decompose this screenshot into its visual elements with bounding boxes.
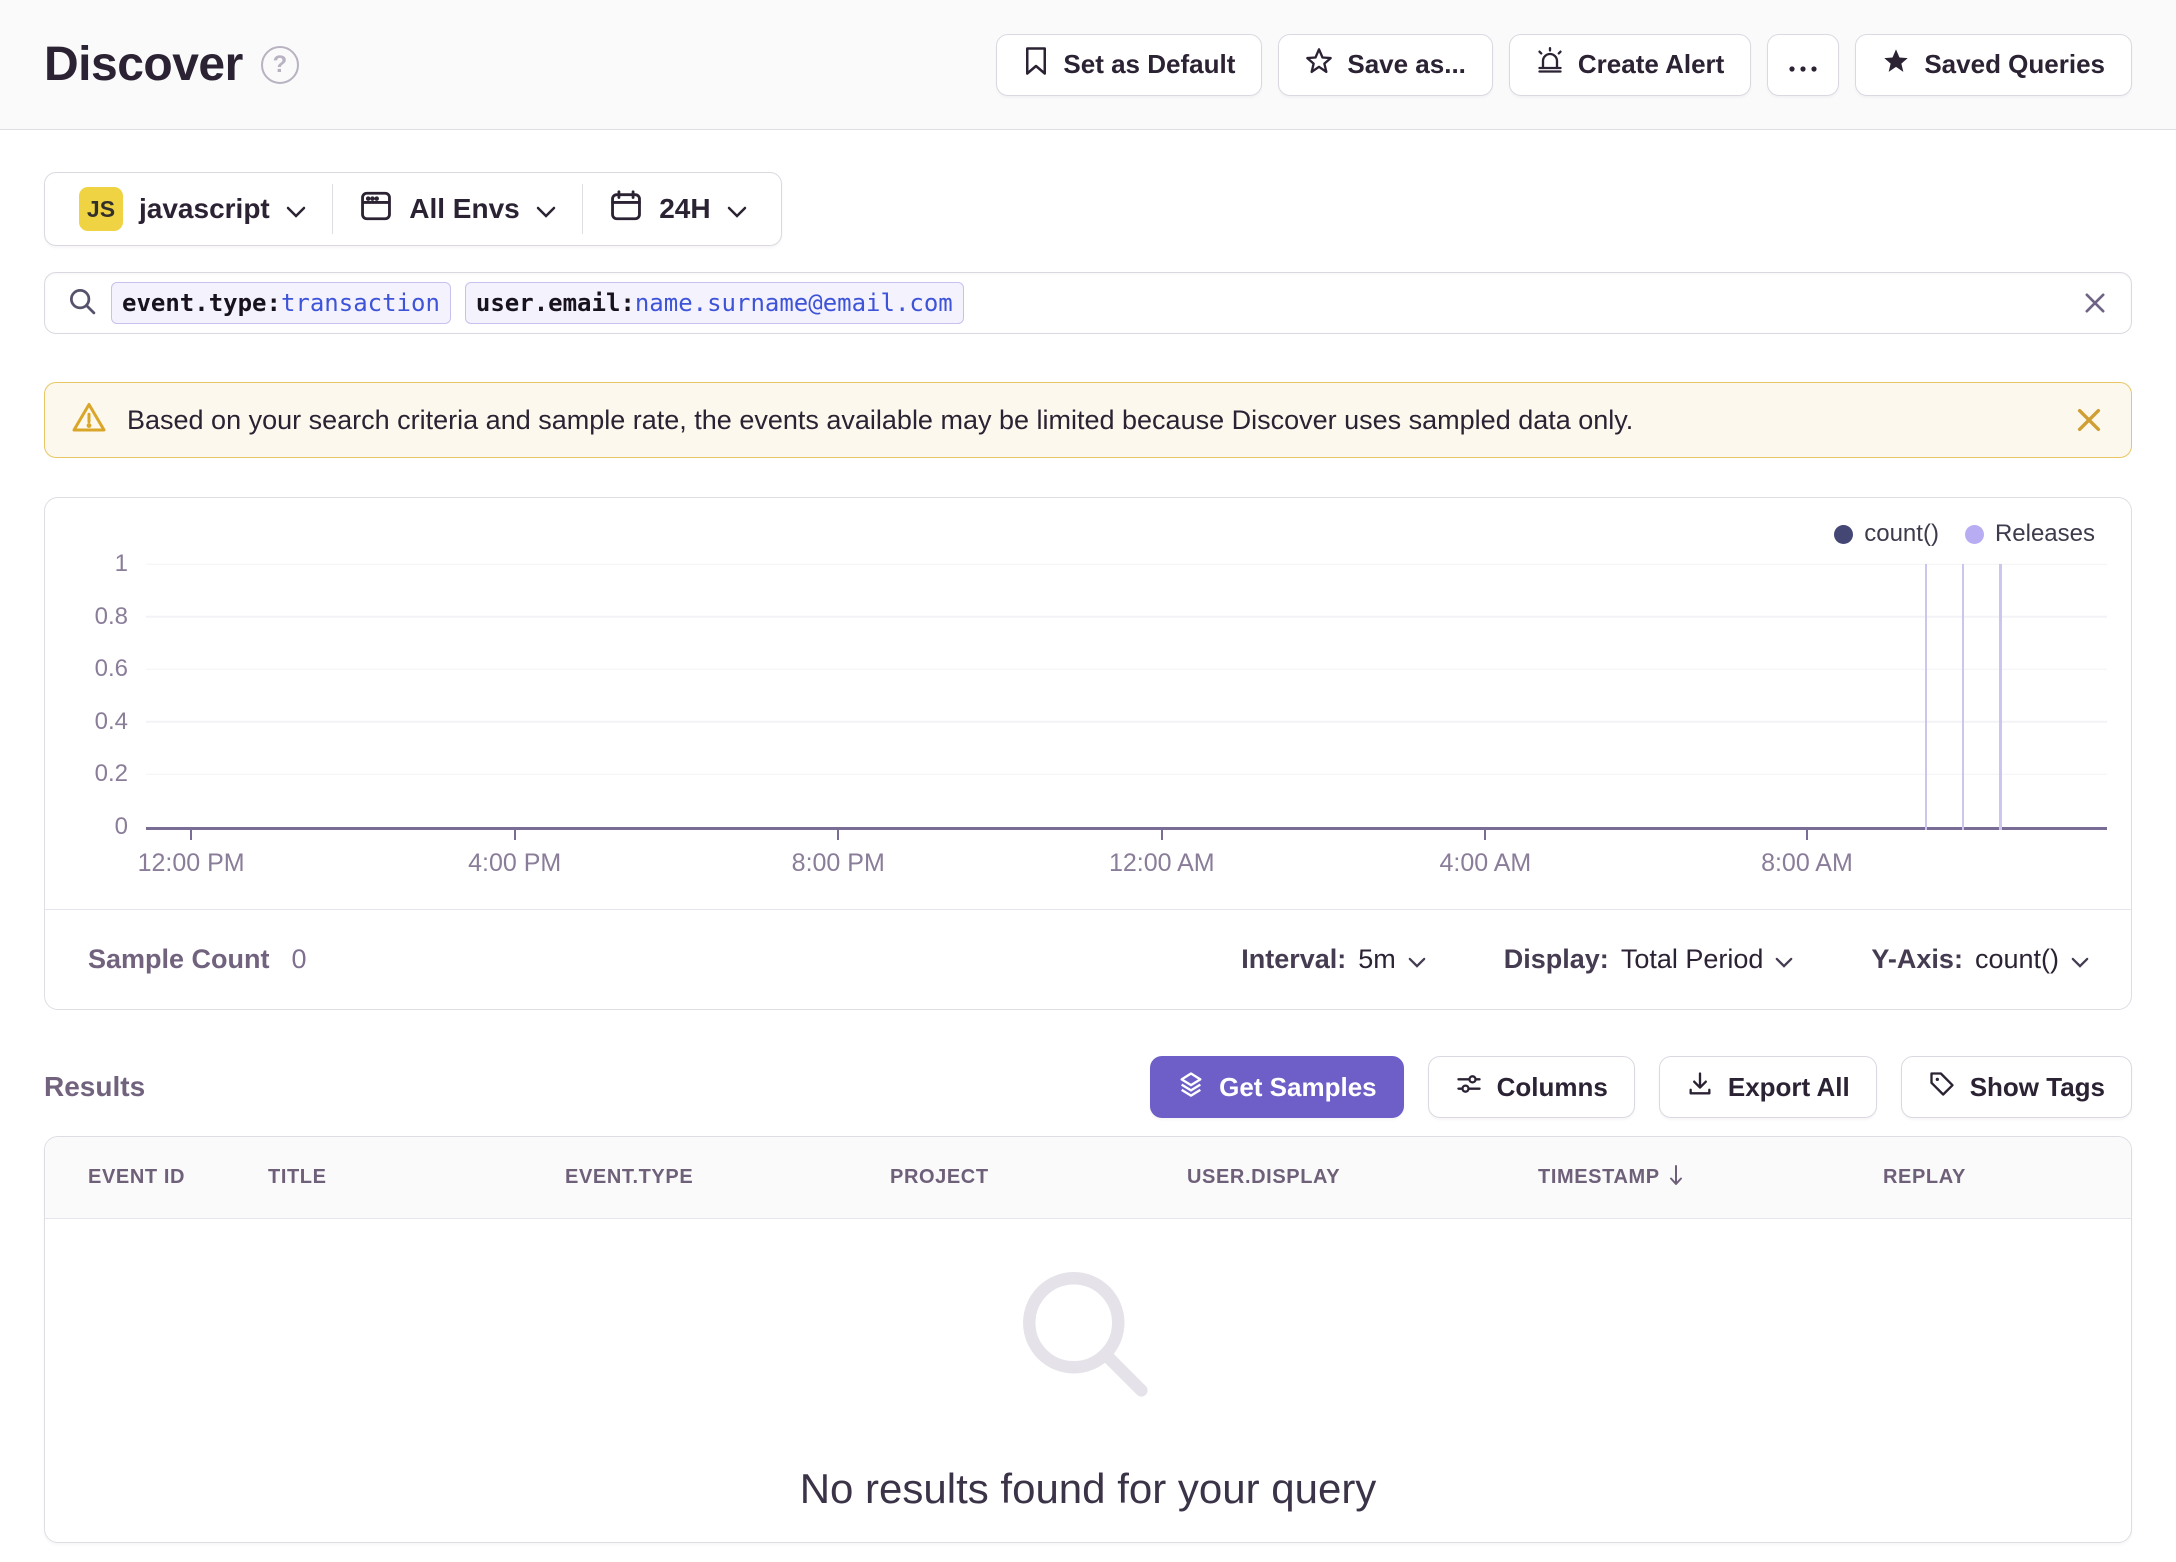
x-axis-tick-label: 12:00 PM (137, 849, 245, 877)
export-all-button[interactable]: Export All (1658, 1056, 1877, 1118)
legend-releases-dot (1964, 524, 1984, 544)
column-header-event-id[interactable]: EVENT ID (88, 1166, 268, 1189)
legend-item-releases[interactable]: Releases (1964, 520, 2095, 548)
chart-legend: count() Releases (1834, 520, 2095, 548)
siren-icon (1536, 47, 1564, 82)
js-platform-badge: JS (79, 187, 123, 231)
chart-gridline (146, 773, 2107, 776)
ellipsis-icon (1788, 49, 1818, 80)
x-axis-tick (1805, 830, 1808, 840)
search-icon (67, 286, 97, 321)
empty-results-state: No results found for your query (45, 1219, 2131, 1542)
x-axis-tick (513, 830, 516, 840)
results-heading: Results (44, 1071, 146, 1102)
calendar-icon (609, 189, 643, 230)
column-header-replay[interactable]: REPLAY (1883, 1166, 2131, 1189)
time-range-dropdown[interactable]: 24H (583, 189, 772, 230)
search-token-event-type[interactable]: event.type: transaction (111, 282, 451, 324)
chevron-down-icon (536, 193, 556, 225)
x-axis-tick (1160, 830, 1163, 840)
legend-item-count[interactable]: count() (1834, 520, 1939, 548)
clear-search-icon[interactable] (2081, 289, 2109, 317)
page-filter-bar: JS javascript All Envs 24H (44, 172, 782, 246)
bookmark-icon (1023, 46, 1049, 83)
more-options-button[interactable] (1767, 33, 1840, 96)
chart-plot: 0 0.2 0.4 0.6 0.8 1 12:00 PM 4:00 PM 8:00 PM 12:0… (95, 552, 2107, 877)
x-axis-tick-label: 4:00 AM (1439, 849, 1532, 877)
save-as-button[interactable]: Save as... (1278, 33, 1493, 96)
star-filled-icon (1882, 47, 1910, 82)
results-table: EVENT ID TITLE EVENT.TYPE PROJECT USER.D… (44, 1136, 2132, 1543)
empty-results-message: No results found for your query (799, 1465, 1377, 1512)
x-axis-tick-label: 8:00 PM (791, 849, 885, 877)
y-axis-tick-label: 1 (114, 550, 128, 577)
sliders-icon (1455, 1070, 1483, 1105)
set-as-default-button[interactable]: Set as Default (996, 33, 1263, 96)
chevron-down-icon (286, 193, 306, 225)
y-axis-tick-label: 0.6 (94, 655, 128, 683)
release-marker-line (1924, 564, 1928, 830)
column-header-event-type[interactable]: EVENT.TYPE (565, 1166, 890, 1189)
results-table-header: EVENT ID TITLE EVENT.TYPE PROJECT USER.D… (45, 1137, 2131, 1219)
y-axis-tick-label: 0.8 (94, 602, 128, 630)
show-tags-button[interactable]: Show Tags (1900, 1056, 2132, 1118)
star-outline-icon (1305, 47, 1333, 82)
environment-filter-dropdown[interactable]: All Envs (333, 189, 581, 230)
release-marker-line (1961, 564, 1965, 830)
column-header-timestamp[interactable]: TIMESTAMP (1538, 1164, 1883, 1192)
window-icon (359, 189, 393, 230)
interval-dropdown[interactable]: Interval: 5m (1241, 944, 1426, 975)
chevron-down-icon (1775, 944, 1793, 975)
help-icon[interactable]: ? (260, 45, 299, 84)
chevron-down-icon (727, 193, 747, 225)
x-axis-tick-label: 4:00 PM (468, 849, 562, 877)
sample-count-label: Sample Count (88, 944, 270, 974)
chart-gridline (146, 563, 2107, 565)
x-axis-tick-label: 12:00 AM (1108, 849, 1215, 877)
results-header-row: Results Get Samples Columns Export All S… (44, 1056, 2132, 1118)
display-dropdown[interactable]: Display: Total Period (1504, 944, 1794, 975)
get-samples-button[interactable]: Get Samples (1150, 1056, 1404, 1118)
x-axis-tick (1484, 830, 1487, 840)
top-bar: Discover ? Set as Default Save as... Cre… (0, 0, 2176, 130)
search-token-user-email[interactable]: user.email: name.surname@email.com (464, 282, 964, 324)
sampled-data-warning-banner: Based on your search criteria and sample… (44, 382, 2132, 458)
sample-count-value: 0 (291, 944, 307, 974)
sort-descending-icon (1668, 1164, 1684, 1192)
column-header-user-display[interactable]: USER.DISPLAY (1187, 1166, 1538, 1189)
page-title: Discover (44, 38, 243, 91)
magnifier-icon (999, 1248, 1177, 1431)
chart-gridline (146, 615, 2107, 618)
y-axis-tick-label: 0.4 (94, 707, 128, 735)
column-header-title[interactable]: TITLE (268, 1166, 565, 1189)
release-marker-line (1999, 564, 2002, 830)
warning-message: Based on your search criteria and sample… (127, 404, 1634, 435)
download-icon (1686, 1070, 1714, 1105)
chevron-down-icon (2071, 944, 2089, 975)
stack-icon (1177, 1070, 1205, 1105)
y-axis-tick-label: 0.2 (94, 760, 128, 788)
y-axis-tick-label: 0 (114, 813, 128, 840)
warning-triangle-icon (71, 400, 107, 441)
x-axis-tick (190, 830, 193, 840)
create-alert-button[interactable]: Create Alert (1508, 33, 1752, 96)
yaxis-dropdown[interactable]: Y-Axis: count() (1871, 944, 2089, 975)
column-header-project[interactable]: PROJECT (890, 1166, 1187, 1189)
legend-count-dot (1834, 524, 1854, 544)
chart-footer: Sample Count 0 Interval: 5m Display: Tot… (45, 909, 2131, 1009)
header-actions: Set as Default Save as... Create Alert S… (996, 33, 2132, 96)
chart-gridline (146, 668, 2107, 670)
project-filter-dropdown[interactable]: JS javascript (53, 187, 332, 231)
events-chart-panel: count() Releases 0 0.2 0.4 0.6 0.8 1 12:00 PM 4… (44, 497, 2132, 1010)
chart-gridline (146, 721, 2107, 723)
x-axis-tick-label: 8:00 AM (1761, 849, 1853, 877)
search-input[interactable]: event.type: transaction user.email: name.s… (44, 272, 2132, 334)
columns-button[interactable]: Columns (1427, 1056, 1635, 1118)
tag-icon (1928, 1070, 1956, 1105)
chevron-down-icon (1408, 944, 1426, 975)
dismiss-warning-icon[interactable] (2073, 404, 2105, 436)
x-axis-tick (837, 830, 840, 840)
saved-queries-button[interactable]: Saved Queries (1855, 33, 2132, 96)
